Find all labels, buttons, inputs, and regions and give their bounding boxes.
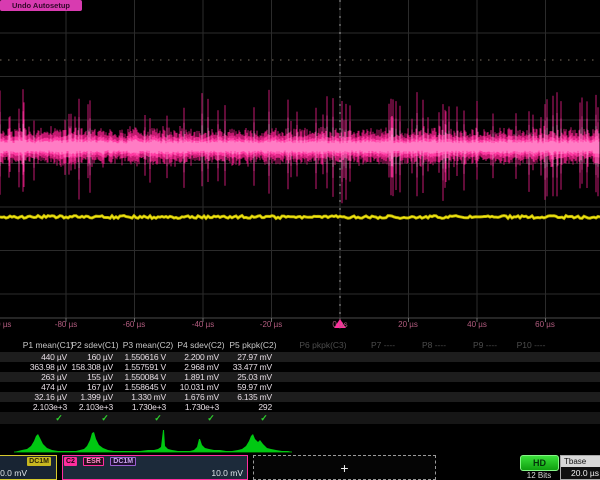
stat-row: 363.98 µV158.308 µV1.557591 V2.968 mV33.… (0, 362, 600, 372)
status-check-icon: ✓ (207, 412, 215, 424)
status-check-icon: ✓ (55, 412, 63, 424)
timebase-title: Tbase (561, 456, 600, 467)
time-axis: -100 µs -80 µs -60 µs -40 µs -20 µs 0 µs 20 µs… (0, 320, 600, 334)
status-check-icon: ✓ (260, 412, 268, 424)
undo-autosetup-button[interactable]: Undo Autosetup (0, 0, 82, 11)
status-check-icon: ✓ (154, 412, 162, 424)
c2-coupling-badge: DC1M (110, 457, 136, 466)
channel-c2-descriptor[interactable]: C2 ESR DC1M 10.0 mV (62, 455, 248, 480)
stat-parameter-header[interactable]: P2 sdev(C1) (71, 340, 118, 350)
stat-row: 440 µV160 µV1.550616 V2.200 mV27.97 mV (0, 352, 600, 362)
stat-row: 2.103e+32.103e+31.730e+31.730e+3292 (0, 402, 600, 412)
stat-parameter-header[interactable]: P1 mean(C1) (23, 340, 74, 350)
c2-vertical-scale: 10.0 mV (211, 468, 243, 479)
stat-parameter-header-dim[interactable]: P10 ---- (517, 340, 546, 350)
histogram-icons (14, 430, 292, 452)
cursor-cross-icon: + (254, 459, 435, 477)
axis-label: -100 µs (0, 320, 11, 329)
channel-c1-descriptor[interactable]: DC1M 10.0 mV (0, 455, 57, 480)
bottom-bar: DC1M 10.0 mV C2 ESR DC1M 10.0 mV + HD 12… (0, 455, 600, 480)
stat-parameter-header-dim[interactable]: P9 ---- (473, 340, 497, 350)
stat-parameter-header[interactable]: P3 mean(C2) (123, 340, 174, 350)
axis-label: 0 µs (332, 320, 347, 329)
stat-cell: 33.477 mV (202, 362, 272, 372)
stat-cell: 292 (202, 402, 272, 412)
stat-cell: 6.135 mV (202, 392, 272, 402)
stat-row: 32.16 µV1.399 µV1.330 mV1.676 mV6.135 mV (0, 392, 600, 402)
axis-label: -20 µs (260, 320, 282, 329)
timebase-value: 20.0 µs (571, 468, 599, 479)
hd-mode-badge[interactable]: HD (520, 455, 559, 471)
timebase-descriptor[interactable]: Tbase 20.0 µs (560, 455, 600, 480)
axis-label: 20 µs (398, 320, 418, 329)
c1-coupling-badge: DC1M (27, 457, 51, 466)
axis-label: -80 µs (55, 320, 77, 329)
stat-parameter-header-dim[interactable]: P6 pkpk(C3) (299, 340, 346, 350)
c2-esr-badge: ESR (83, 457, 103, 466)
stats-status-row: ✓ ✓ ✓ ✓ ✓ (0, 412, 600, 424)
stat-parameter-header-dim[interactable]: P8 ---- (422, 340, 446, 350)
stat-cell: 59.97 mV (202, 382, 272, 392)
c1-trace (0, 216, 600, 219)
axis-label: -60 µs (123, 320, 145, 329)
stat-parameter-header-dim[interactable]: P7 ---- (371, 340, 395, 350)
axis-label: 40 µs (467, 320, 487, 329)
c2-channel-tag: C2 (64, 457, 77, 466)
status-check-icon: ✓ (101, 412, 109, 424)
c2-trace (0, 89, 599, 203)
cursor-readout-box[interactable]: + (253, 455, 436, 480)
stats-table: P1 mean(C1)P2 sdev(C1) P3 mean(C2)P4 sdev… (0, 338, 600, 426)
axis-label: -40 µs (192, 320, 214, 329)
c2-tag-row: C2 ESR DC1M (64, 457, 246, 467)
oscilloscope-screen: Undo Autosetup -100 µs -80 µs -60 µs -40 µs… (0, 0, 600, 480)
stat-row: 474 µV167 µV1.558645 V10.031 mV59.97 mV (0, 382, 600, 392)
c1-tag-row: DC1M (0, 457, 55, 467)
stat-row: 263 µV155 µV1.550084 V1.891 mV25.03 mV (0, 372, 600, 382)
c1-vertical-scale: 10.0 mV (0, 468, 27, 479)
stat-cell: 25.03 mV (202, 372, 272, 382)
hd-bits-label: 12 Bits (514, 471, 564, 480)
stat-parameter-header[interactable]: P4 sdev(C2) (177, 340, 224, 350)
axis-label: 60 µs (535, 320, 555, 329)
stat-parameter-header[interactable]: P5 pkpk(C2) (229, 340, 276, 350)
stat-cell: 27.97 mV (202, 352, 272, 362)
